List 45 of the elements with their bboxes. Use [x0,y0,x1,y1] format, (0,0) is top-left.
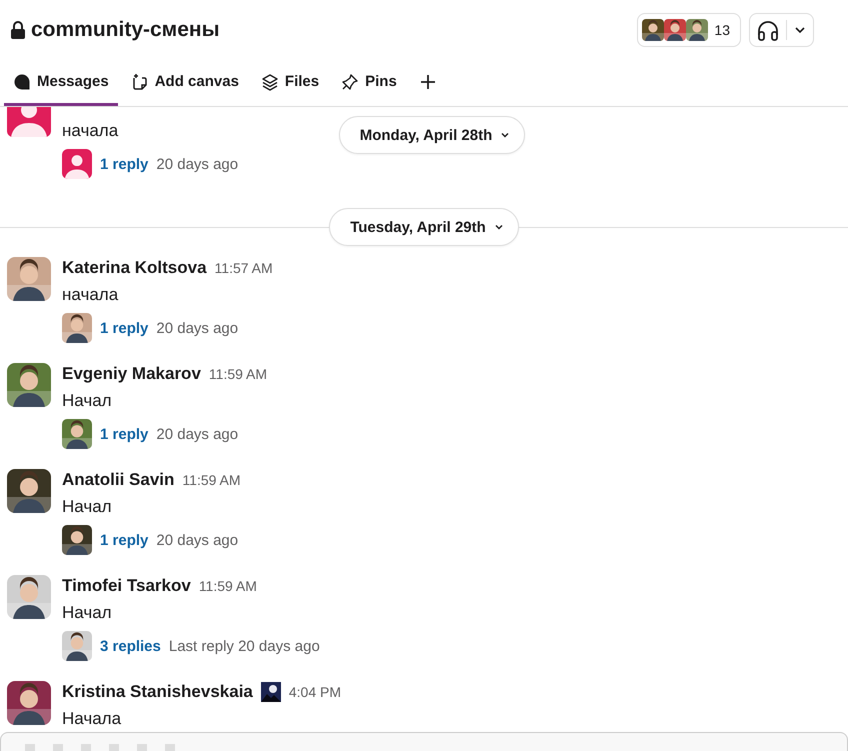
reply-time: 20 days ago [156,320,238,336]
headphones-icon [756,19,780,41]
author-name[interactable]: Anatolii Savin [62,470,174,490]
author-name[interactable]: Timofei Tsarkov [62,576,191,596]
channel-tab[interactable]: Pins [332,60,406,106]
message-text: Начала [62,709,122,729]
reply-count-link[interactable]: 3 replies [100,638,161,654]
channel-title: community-смены [31,18,220,42]
reply-time: 20 days ago [156,156,238,172]
pin-icon [341,72,360,90]
reply-count-link[interactable]: 1 reply [100,426,148,442]
author-name[interactable]: Kristina Stanishevskaia [62,682,253,702]
reply-time: Last reply 20 days ago [168,638,320,654]
user-avatar-icon [62,149,92,179]
message-time[interactable]: 11:59 AM [208,366,268,382]
lock-icon [10,21,26,39]
chevron-down-icon [500,130,510,140]
chat-bubble-icon [13,72,31,90]
message-text: Начал [62,391,112,411]
channel-tab[interactable]: Files [252,60,328,106]
channel-tab[interactable]: Add canvas [122,60,248,106]
message-time[interactable]: 11:59 AM [182,472,241,488]
plus-icon [418,72,437,90]
message-time[interactable]: 11:59 AM [198,578,257,594]
reply-count-link[interactable]: 1 reply [100,156,148,172]
layers-icon [260,72,279,90]
date-pill[interactable]: Tuesday, April 29th [329,208,519,246]
message-text: начала [62,285,118,305]
date-pill[interactable]: Monday, April 28th [338,116,526,154]
canvas-icon [130,72,149,90]
message-time[interactable]: 4:04 PM [288,684,342,700]
message-text: Начал [62,497,112,517]
reply-time: 20 days ago [156,532,238,548]
reply-count-link[interactable]: 1 reply [100,320,148,336]
members-button[interactable]: 13 [637,13,741,47]
reply-count-link[interactable]: 1 reply [100,532,148,548]
message-text: Начал [62,603,112,623]
message-composer[interactable] [0,732,848,751]
reply-time: 20 days ago [156,426,238,442]
message-text: начала [62,121,118,141]
author-name[interactable]: Evgeniy Makarov [62,364,201,384]
huddle-button[interactable] [749,13,814,47]
author-name[interactable]: Katerina Koltsova [62,258,207,278]
message-time[interactable]: 11:57 AM [214,260,273,276]
chevron-down-icon [494,222,504,232]
